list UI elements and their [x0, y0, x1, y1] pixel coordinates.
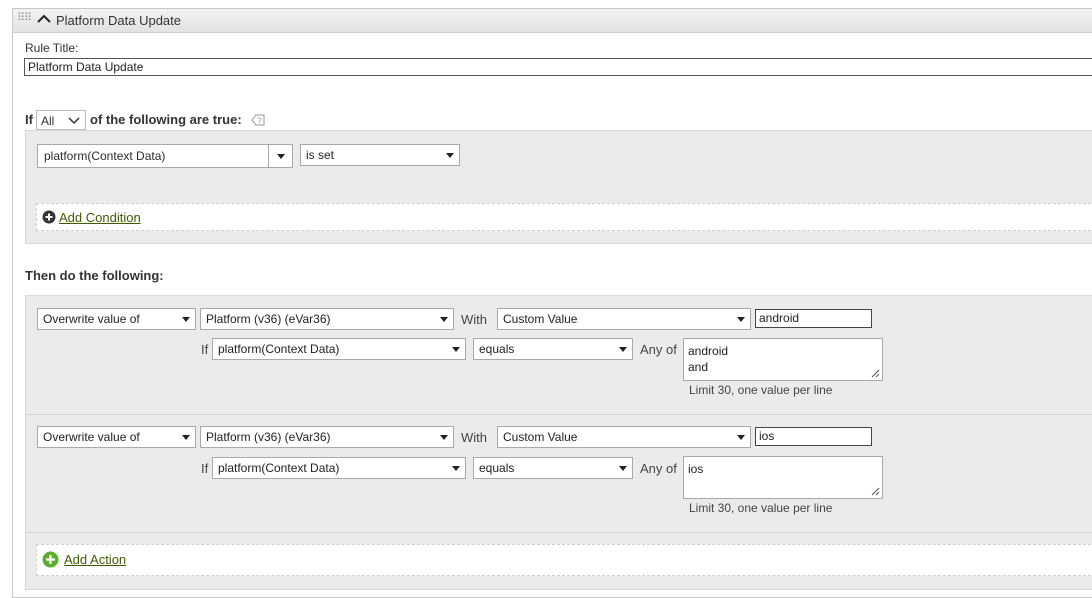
dropdown-arrow-icon: [452, 466, 460, 471]
action-if-field-select[interactable]: platform(Context Data): [212, 338, 466, 360]
any-of-label: Any of: [640, 342, 677, 357]
resize-handle-icon[interactable]: [871, 487, 880, 496]
dropdown-arrow-icon: [446, 153, 454, 158]
criteria-if-label: If: [25, 112, 33, 127]
values-textarea[interactable]: android and: [683, 338, 883, 381]
values-textarea-text: android and: [688, 344, 729, 374]
action-variable-value: Platform (v36) (eVar36): [206, 430, 331, 444]
drag-grip-icon[interactable]: ⠿⠿: [17, 12, 32, 24]
action-if-label: If: [201, 342, 209, 357]
action-divider: [26, 532, 1092, 533]
match-select[interactable]: All: [36, 110, 86, 130]
plus-circle-icon[interactable]: [42, 551, 59, 568]
with-label: With: [461, 430, 487, 445]
condition-operator-value: is set: [306, 148, 335, 162]
dropdown-arrow-icon: [182, 317, 190, 322]
action-variable-value: Platform (v36) (eVar36): [206, 312, 331, 326]
then-label: Then do the following:: [25, 268, 164, 283]
rule-header-title: Platform Data Update: [56, 13, 182, 28]
action-if-operator-select[interactable]: equals: [473, 338, 633, 360]
value-type-select[interactable]: Custom Value: [497, 426, 751, 448]
action-if-operator-select[interactable]: equals: [473, 457, 633, 479]
action-variable-select[interactable]: Platform (v36) (eVar36): [200, 426, 454, 448]
chevron-up-icon[interactable]: [36, 12, 52, 26]
with-label: With: [461, 312, 487, 327]
condition-field-dropdown[interactable]: [268, 144, 293, 168]
match-select-value: All: [41, 114, 55, 128]
action-if-label: If: [201, 461, 209, 476]
custom-value-input[interactable]: ios: [755, 427, 872, 446]
help-icon[interactable]: ?: [251, 113, 265, 127]
plus-circle-icon[interactable]: [42, 210, 56, 224]
dropdown-arrow-icon: [619, 466, 627, 471]
action-if-field-select[interactable]: platform(Context Data): [212, 457, 466, 479]
dropdown-arrow-icon: [277, 154, 285, 159]
action-if-operator-value: equals: [479, 342, 515, 356]
add-condition-link[interactable]: Add Condition: [59, 210, 141, 225]
rule-title-label: Rule Title:: [25, 41, 79, 55]
add-condition-row: [36, 203, 1092, 231]
dropdown-arrow-icon: [737, 317, 745, 322]
rule-title-input[interactable]: Platform Data Update: [24, 58, 1092, 76]
value-type-value: Custom Value: [503, 430, 578, 444]
values-textarea-text: ios: [688, 462, 704, 476]
add-action-row: [36, 544, 1092, 576]
chevron-down-icon: [68, 117, 80, 125]
criteria-suffix: of the following are true:: [90, 112, 242, 127]
svg-text:?: ?: [257, 117, 262, 126]
action-if-operator-value: equals: [479, 461, 515, 475]
condition-field-input[interactable]: platform(Context Data): [37, 144, 269, 168]
dropdown-arrow-icon: [182, 435, 190, 440]
value-type-value: Custom Value: [503, 312, 578, 326]
action-if-field-value: platform(Context Data): [218, 342, 340, 356]
values-textarea[interactable]: ios: [683, 456, 883, 499]
dropdown-arrow-icon: [440, 435, 448, 440]
action-variable-select[interactable]: Platform (v36) (eVar36): [200, 308, 454, 330]
action-type-select[interactable]: Overwrite value of: [37, 308, 196, 330]
action-divider: [26, 414, 1092, 415]
resize-handle-icon[interactable]: [871, 369, 880, 378]
condition-operator-select[interactable]: is set: [300, 144, 460, 166]
dropdown-arrow-icon: [452, 347, 460, 352]
value-type-select[interactable]: Custom Value: [497, 308, 751, 330]
dropdown-arrow-icon: [440, 317, 448, 322]
dropdown-arrow-icon: [737, 435, 745, 440]
add-action-link[interactable]: Add Action: [64, 552, 126, 567]
custom-value-input[interactable]: android: [755, 309, 872, 328]
action-if-field-value: platform(Context Data): [218, 461, 340, 475]
limit-hint: Limit 30, one value per line: [689, 383, 833, 397]
action-type-value: Overwrite value of: [43, 312, 140, 326]
dropdown-arrow-icon: [619, 347, 627, 352]
any-of-label: Any of: [640, 461, 677, 476]
action-type-select[interactable]: Overwrite value of: [37, 426, 196, 448]
action-type-value: Overwrite value of: [43, 430, 140, 444]
limit-hint: Limit 30, one value per line: [689, 501, 833, 515]
